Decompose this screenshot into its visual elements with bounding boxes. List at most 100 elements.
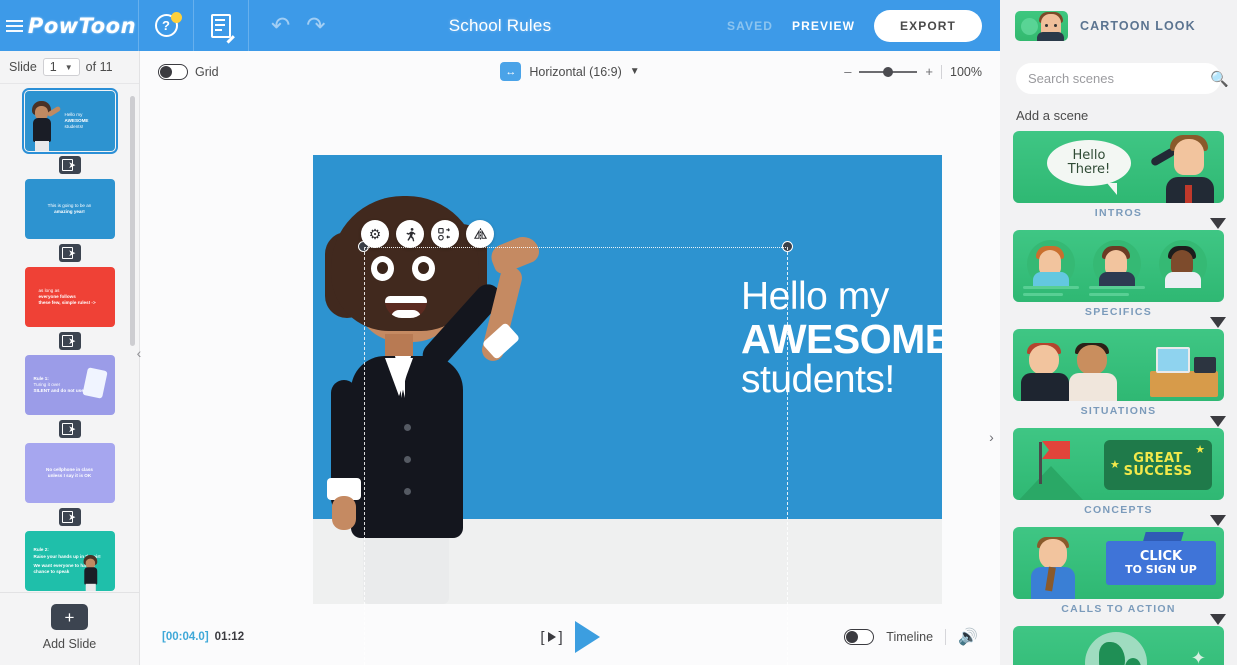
scene-category-label: INTROS xyxy=(1094,207,1143,219)
current-time: [00:04.0] xyxy=(162,631,209,643)
saved-status: SAVED xyxy=(727,18,773,33)
slide-label: Slide xyxy=(9,60,37,75)
scene-category-label: SPECIFICS xyxy=(1084,306,1153,318)
scenes-panel: 🔍 Add a scene Hello There! xyxy=(1000,51,1237,665)
thumb-text: No cellphone in class unless I say it is… xyxy=(46,467,93,479)
slide-thumb-2[interactable]: This is going to be an amazing year! xyxy=(24,179,115,240)
header-main: PowToon ? ↶ ↷ School Rules SAVED PREVIEW… xyxy=(0,0,1000,51)
slide-transition-5[interactable]: ➤ xyxy=(58,508,81,527)
expand-category-caret-icon[interactable] xyxy=(1210,218,1226,229)
hamburger-menu-icon[interactable] xyxy=(0,19,26,32)
aspect-ratio-selector[interactable]: ↔ Horizontal (16:9) ▼ xyxy=(460,62,680,81)
slide-thumb-1[interactable]: Hello my AWESOME students! xyxy=(21,88,118,155)
zoom-out-button[interactable]: – xyxy=(844,64,851,79)
thumb-canvas[interactable]: Rule 2: Raise your hands up in the air! … xyxy=(24,531,115,592)
scene-thumbnail[interactable]: CLICK TO SIGN UP xyxy=(1013,527,1224,599)
headline-line-3: students! xyxy=(741,358,895,402)
slide-number-select[interactable]: 1 ▼ xyxy=(42,58,80,77)
slide-transition-2[interactable]: ➤ xyxy=(58,244,81,263)
expand-category-caret-icon[interactable] xyxy=(1210,416,1226,427)
thumb-canvas[interactable]: as long as everyone follows these few, s… xyxy=(24,267,115,328)
slide-thumb-6[interactable]: Rule 2: Raise your hands up in the air! … xyxy=(24,531,115,592)
slide-transition-1[interactable]: ➤ xyxy=(58,156,81,175)
canvas-toolbar: Grid ↔ Horizontal (16:9) ▼ – + 100% xyxy=(140,51,1000,92)
scene-card-globe[interactable]: ✦ xyxy=(1013,626,1224,665)
great-success-sign: ★ ★ GREAT SUCCESS xyxy=(1104,440,1212,490)
cartoon-look-thumbnail[interactable] xyxy=(1015,10,1068,41)
export-button[interactable]: EXPORT xyxy=(874,9,982,42)
script-notes-button[interactable] xyxy=(194,0,248,51)
play-icon[interactable] xyxy=(574,621,600,653)
slide-thumbnail-list[interactable]: Hello my AWESOME students! ➤ This is goi… xyxy=(0,84,139,592)
player-controls: [00:04.0] 01:12 [] Timeline 🔊 xyxy=(140,609,1000,665)
timeline-label: Timeline xyxy=(886,630,934,644)
hero-character-art xyxy=(1025,537,1081,599)
zoom-control: – + 100% xyxy=(844,64,982,79)
search-scenes-box[interactable]: 🔍 xyxy=(1016,63,1229,94)
search-input[interactable] xyxy=(1028,71,1204,86)
expand-scenes-panel-chevron-right-icon[interactable]: › xyxy=(983,422,1000,452)
star-icon: ✦ xyxy=(1190,648,1206,665)
preview-button[interactable]: PREVIEW xyxy=(792,19,855,33)
scene-card-specifics[interactable]: SPECIFICS xyxy=(1013,230,1226,328)
timeline-toggle[interactable] xyxy=(844,629,875,645)
zoom-slider[interactable] xyxy=(859,66,918,77)
style-look-selector[interactable]: CARTOON LOOK xyxy=(1000,0,1237,51)
slides-sidebar: Slide 1 ▼ of 11 Hello my AWESOME student… xyxy=(0,51,141,665)
grid-toggle[interactable] xyxy=(158,63,188,80)
thumb-canvas[interactable]: No cellphone in class unless I say it is… xyxy=(24,443,115,504)
add-slide-section[interactable]: + Add Slide xyxy=(0,592,139,665)
scene-thumbnail[interactable] xyxy=(1013,329,1224,401)
canvas-headline-text[interactable]: Hello my AWESOME students! xyxy=(741,276,942,402)
search-section: 🔍 xyxy=(1000,51,1237,94)
thumb-character xyxy=(81,554,103,592)
flip-mirror-icon[interactable] xyxy=(466,220,494,248)
selection-handle-top-right[interactable] xyxy=(782,241,793,252)
swap-shapes-icon[interactable] xyxy=(431,220,459,248)
thumb-canvas[interactable]: Rule 1: Turing it over SILENT and do not… xyxy=(24,355,115,416)
search-icon[interactable]: 🔍 xyxy=(1210,70,1229,88)
scene-card-calls-to-action[interactable]: CLICK TO SIGN UP CALLS TO ACTION xyxy=(1013,527,1226,625)
settings-gear-icon[interactable]: ⚙ xyxy=(361,220,389,248)
thumb-canvas[interactable]: This is going to be an amazing year! xyxy=(24,179,115,240)
scene-thumbnail[interactable] xyxy=(1013,230,1224,302)
scene-card-concepts[interactable]: ★ ★ GREAT SUCCESS CONCEPTS xyxy=(1013,428,1226,526)
slide-thumb-4[interactable]: Rule 1: Turing it over SILENT and do not… xyxy=(24,355,115,416)
zoom-slider-handle[interactable] xyxy=(883,66,894,77)
powtoon-logo[interactable]: PowToon xyxy=(26,14,138,38)
scene-thumbnail[interactable]: Hello There! xyxy=(1013,131,1224,203)
help-button[interactable]: ? xyxy=(139,0,193,51)
canvas-area: Grid ↔ Horizontal (16:9) ▼ – + 100% Hell… xyxy=(140,51,1000,665)
animation-runner-icon[interactable] xyxy=(396,220,424,248)
slide-transition-4[interactable]: ➤ xyxy=(58,420,81,439)
redo-icon[interactable]: ↷ xyxy=(306,14,325,37)
horizontal-arrows-icon: ↔ xyxy=(500,62,522,81)
zoom-in-button[interactable]: + xyxy=(925,64,933,79)
player-divider xyxy=(945,629,947,645)
scene-thumbnail[interactable]: ✦ xyxy=(1013,626,1224,665)
add-slide-label: Add Slide xyxy=(42,637,97,651)
undo-redo-group: ↶ ↷ xyxy=(249,14,326,37)
scene-card-intros[interactable]: Hello There! INTROS xyxy=(1013,131,1226,229)
collapse-sidebar-chevron-left-icon[interactable]: ‹ xyxy=(130,339,148,367)
speaker-icon[interactable]: 🔊 xyxy=(958,627,978,647)
sign-line-2: SUCCESS xyxy=(1123,464,1193,479)
scene-thumbnail[interactable]: ★ ★ GREAT SUCCESS xyxy=(1013,428,1224,500)
plus-icon[interactable]: + xyxy=(51,604,88,630)
aspect-ratio-label: Horizontal (16:9) xyxy=(529,64,622,79)
headline-line-2: AWESOME xyxy=(741,315,942,362)
scene-category-label: CALLS TO ACTION xyxy=(1061,603,1176,615)
expand-category-caret-icon[interactable] xyxy=(1210,515,1226,526)
grid-toggle-group[interactable]: Grid xyxy=(158,63,219,80)
undo-icon[interactable]: ↶ xyxy=(271,14,290,37)
scene-card-situations[interactable]: SITUATIONS xyxy=(1013,329,1226,427)
sidebar-scrollbar[interactable] xyxy=(130,96,135,347)
slide-thumb-3[interactable]: as long as everyone follows these few, s… xyxy=(24,267,115,328)
slide-transition-3[interactable]: ➤ xyxy=(58,332,81,351)
expand-category-caret-icon[interactable] xyxy=(1210,317,1226,328)
step-frame-icon[interactable]: [] xyxy=(540,629,562,646)
slide-thumb-5[interactable]: No cellphone in class unless I say it is… xyxy=(24,443,115,504)
thumb-canvas[interactable]: Hello my AWESOME students! xyxy=(21,88,118,155)
zoom-divider xyxy=(941,64,943,79)
expand-category-caret-icon[interactable] xyxy=(1210,614,1226,625)
